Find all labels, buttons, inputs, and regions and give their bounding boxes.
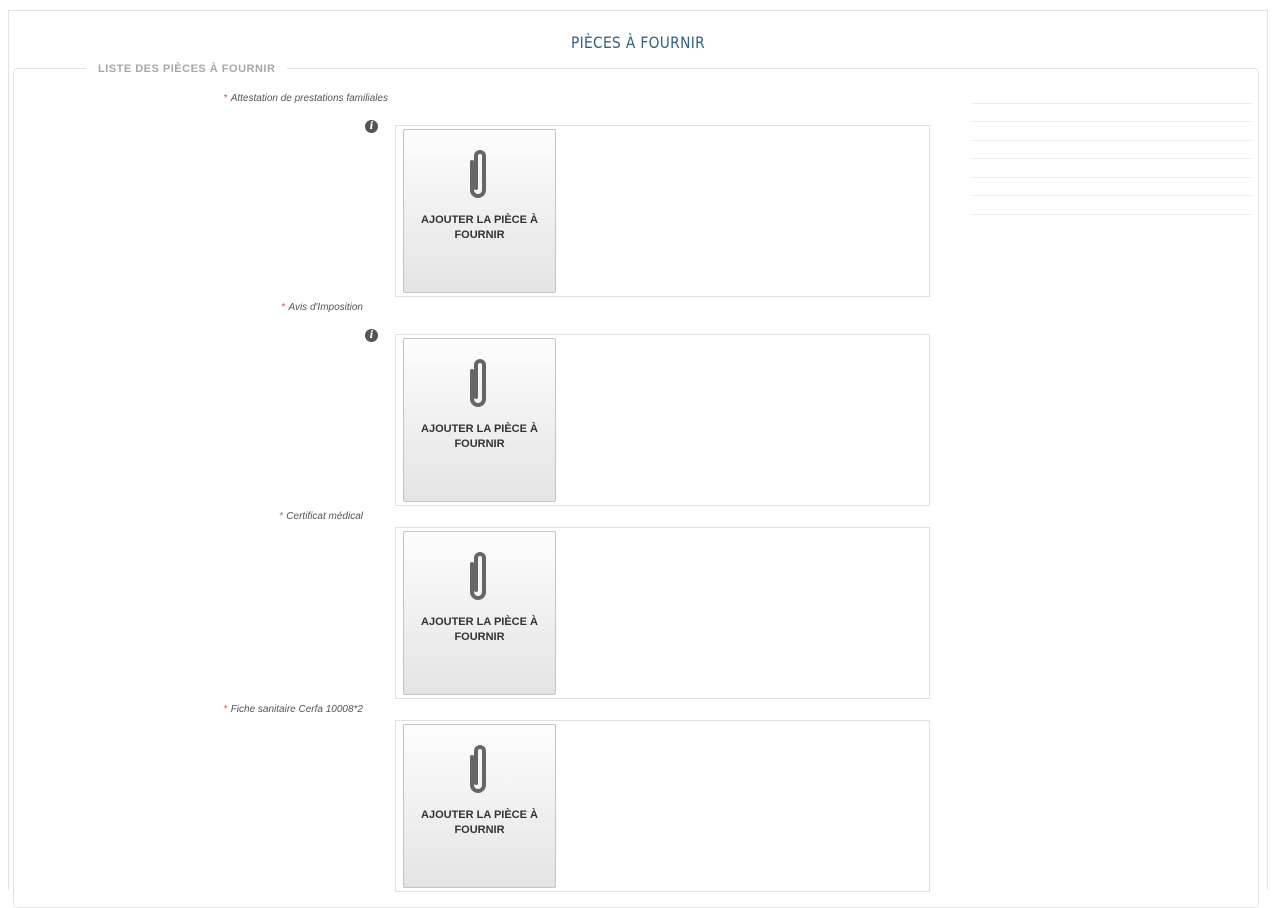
side-panel-row bbox=[971, 178, 1251, 196]
add-document-label: AJOUTER LA PIÈCE À FOURNIR bbox=[421, 214, 538, 241]
document-label: * Fiche sanitaire Cerfa 10008*2 bbox=[223, 704, 363, 715]
add-document-button[interactable]: AJOUTER LA PIÈCE À FOURNIR bbox=[403, 129, 556, 293]
side-panel-row bbox=[971, 141, 1251, 159]
add-document-label: AJOUTER LA PIÈCE À FOURNIR bbox=[421, 616, 538, 643]
document-label: * Attestation de prestations familiales bbox=[223, 93, 388, 104]
info-circle-icon[interactable]: i bbox=[365, 329, 378, 342]
add-document-label: AJOUTER LA PIÈCE À FOURNIR bbox=[421, 423, 538, 450]
upload-dropzone: AJOUTER LA PIÈCE À FOURNIR bbox=[395, 720, 930, 892]
required-marker: * bbox=[279, 511, 284, 522]
paperclip-icon bbox=[470, 150, 486, 198]
add-document-label: AJOUTER LA PIÈCE À FOURNIR bbox=[421, 809, 538, 836]
document-label: * Avis d'Imposition bbox=[281, 302, 363, 313]
side-panel-row bbox=[971, 159, 1251, 178]
add-document-button[interactable]: AJOUTER LA PIÈCE À FOURNIR bbox=[403, 724, 556, 888]
side-panel bbox=[971, 103, 1251, 215]
side-panel-row bbox=[971, 103, 1251, 122]
document-label: * Certificat médical bbox=[279, 511, 363, 522]
upload-dropzone: AJOUTER LA PIÈCE À FOURNIR bbox=[395, 125, 930, 297]
side-panel-row bbox=[971, 196, 1251, 215]
upload-dropzone: AJOUTER LA PIÈCE À FOURNIR bbox=[395, 527, 930, 699]
section-legend: LISTE DES PIÈCES À FOURNIR bbox=[86, 63, 288, 75]
paperclip-icon bbox=[470, 745, 486, 793]
add-document-button[interactable]: AJOUTER LA PIÈCE À FOURNIR bbox=[403, 338, 556, 502]
paperclip-icon bbox=[470, 359, 486, 407]
page-title: PIÈCES À FOURNIR bbox=[570, 33, 706, 52]
paperclip-icon bbox=[470, 552, 486, 600]
add-document-button[interactable]: AJOUTER LA PIÈCE À FOURNIR bbox=[403, 531, 556, 695]
info-circle-icon[interactable]: i bbox=[365, 120, 378, 133]
required-marker: * bbox=[281, 302, 286, 313]
required-marker: * bbox=[223, 93, 228, 104]
side-panel-row bbox=[971, 122, 1251, 141]
required-marker: * bbox=[223, 704, 228, 715]
upload-dropzone: AJOUTER LA PIÈCE À FOURNIR bbox=[395, 334, 930, 506]
